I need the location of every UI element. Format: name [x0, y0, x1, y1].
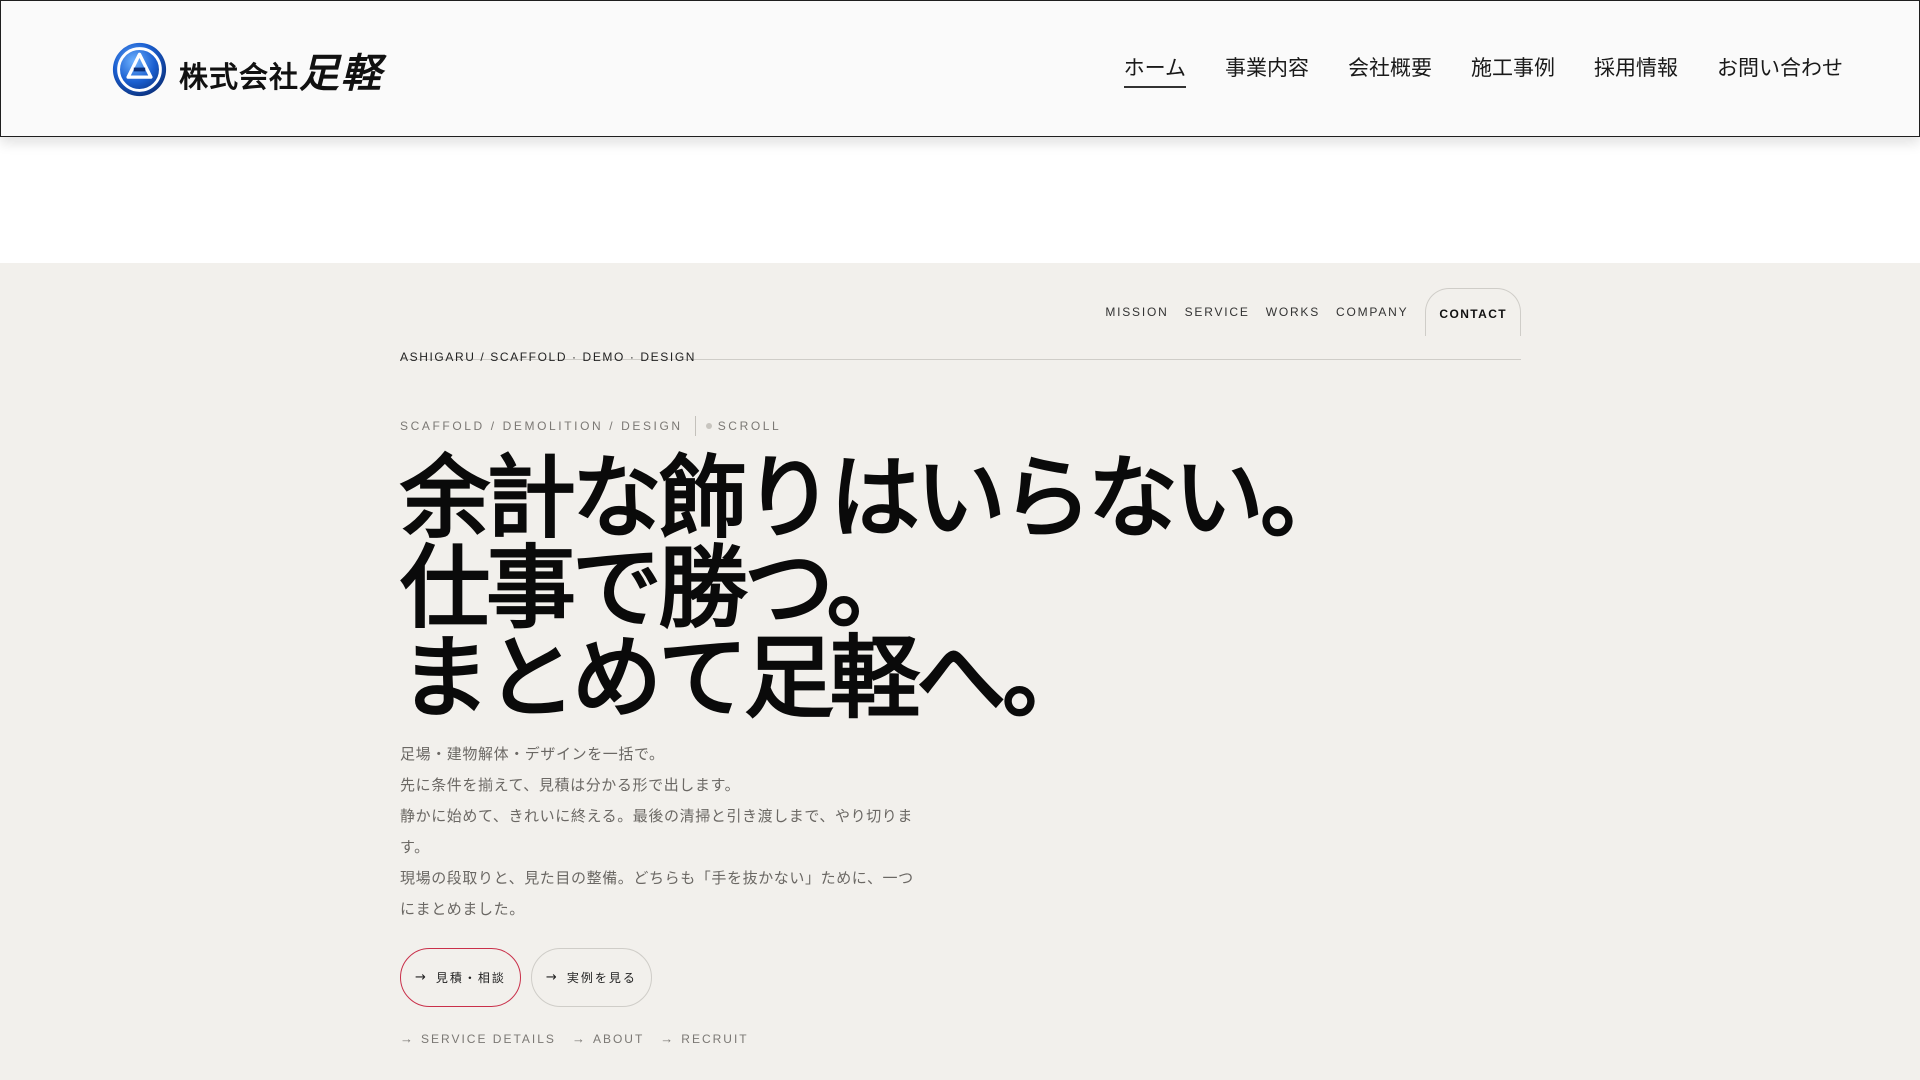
arrow-right-icon: → [545, 970, 559, 985]
logo-text-large: 足軽 [299, 49, 384, 97]
estimate-consult-button[interactable]: → 見積・相談 [400, 948, 521, 1007]
link-label: ABOUT [592, 1032, 645, 1046]
logo-mark-icon [112, 42, 167, 97]
nav-contact[interactable]: お問い合わせ [1717, 52, 1843, 88]
hero-inner: ASHIGARU / SCAFFOLD · DEMO · DESIGN MISS… [400, 263, 1521, 1080]
tagline-text: SCAFFOLD / DEMOLITION / DESIGN [400, 419, 683, 433]
nav-business[interactable]: 事業内容 [1225, 52, 1309, 88]
sub-nav-service[interactable]: SERVICE [1185, 305, 1250, 319]
view-examples-label: 実例を見る [566, 971, 637, 985]
hero-lead: 足場・建物解体・デザインを一括で。 先に条件を揃えて、見積は分かる形で出します。… [400, 739, 925, 925]
contact-button[interactable]: CONTACT [1425, 288, 1521, 336]
headline-line-3: まとめて足軽へ。 [400, 625, 1092, 731]
secondary-links: → SERVICE DETAILS → ABOUT → RECRUIT [400, 1031, 749, 1046]
hero-topbar: ASHIGARU / SCAFFOLD · DEMO · DESIGN MISS… [400, 288, 1521, 364]
arrow-right-icon: → [400, 1031, 415, 1046]
headline-line-2: 仕事で勝つ。 [400, 535, 916, 641]
tagline-divider [694, 416, 696, 436]
sub-nav-mission[interactable]: MISSION [1105, 305, 1168, 319]
nav-works[interactable]: 施工事例 [1471, 52, 1555, 88]
brand-line: ASHIGARU / SCAFFOLD · DEMO · DESIGN [400, 350, 697, 364]
nav-company[interactable]: 会社概要 [1348, 52, 1432, 88]
arrow-right-icon: → [571, 1031, 587, 1046]
link-service-details[interactable]: → SERVICE DETAILS [400, 1031, 556, 1046]
view-examples-button[interactable]: → 実例を見る [530, 948, 652, 1007]
sub-nav: MISSION SERVICE WORKS COMPANY CONTACT [1089, 288, 1521, 336]
headline-line-1: 余計な飾りはいらない。 [400, 445, 1350, 551]
hero-section: ASHIGARU / SCAFFOLD · DEMO · DESIGN MISS… [0, 263, 1920, 1080]
lead-paragraph: 静かに始めて、きれいに終える。最後の清掃と引き渡しまで、やり切ります。 [400, 807, 914, 856]
arrow-right-icon: → [415, 970, 428, 985]
logo-text-small: 株式会社 [179, 59, 300, 94]
nav-home[interactable]: ホーム [1123, 52, 1187, 88]
cta-row: → 見積・相談 → 実例を見る [400, 948, 652, 1007]
link-about[interactable]: → ABOUT [572, 1031, 644, 1046]
hero-headline: 余計な飾りはいらない。 仕事で勝つ。 まとめて足軽へ。 [400, 445, 1350, 731]
site-header: 株式会社足軽 ホーム 事業内容 会社概要 施工事例 採用情報 お問い合わせ [0, 0, 1920, 137]
link-label: SERVICE DETAILS [421, 1032, 556, 1046]
scroll-dot-icon [705, 423, 712, 429]
nav-recruit[interactable]: 採用情報 [1594, 52, 1678, 88]
estimate-consult-label: 見積・相談 [435, 971, 506, 985]
scroll-label[interactable]: SCROLL [718, 419, 782, 433]
link-label: RECRUIT [681, 1032, 749, 1046]
lead-paragraph: 現場の段取りと、見た目の整備。どちらも「手を抜かない」ために、一つにまとめました… [400, 869, 914, 918]
lead-paragraph: 先に条件を揃えて、見積は分かる形で出します。 [400, 776, 741, 794]
arrow-right-icon: → [660, 1031, 676, 1046]
logo-text: 株式会社足軽 [179, 41, 383, 99]
sub-nav-works[interactable]: WORKS [1266, 305, 1320, 319]
company-logo[interactable]: 株式会社足軽 [111, 41, 383, 98]
lead-paragraph: 足場・建物解体・デザインを一括で。 [400, 745, 665, 763]
link-recruit[interactable]: → RECRUIT [660, 1031, 748, 1046]
main-nav: ホーム 事業内容 会社概要 施工事例 採用情報 お問い合わせ [1123, 1, 1843, 138]
sub-nav-company[interactable]: COMPANY [1336, 305, 1408, 319]
tagline: SCAFFOLD / DEMOLITION / DESIGN SCROLL [400, 416, 781, 436]
